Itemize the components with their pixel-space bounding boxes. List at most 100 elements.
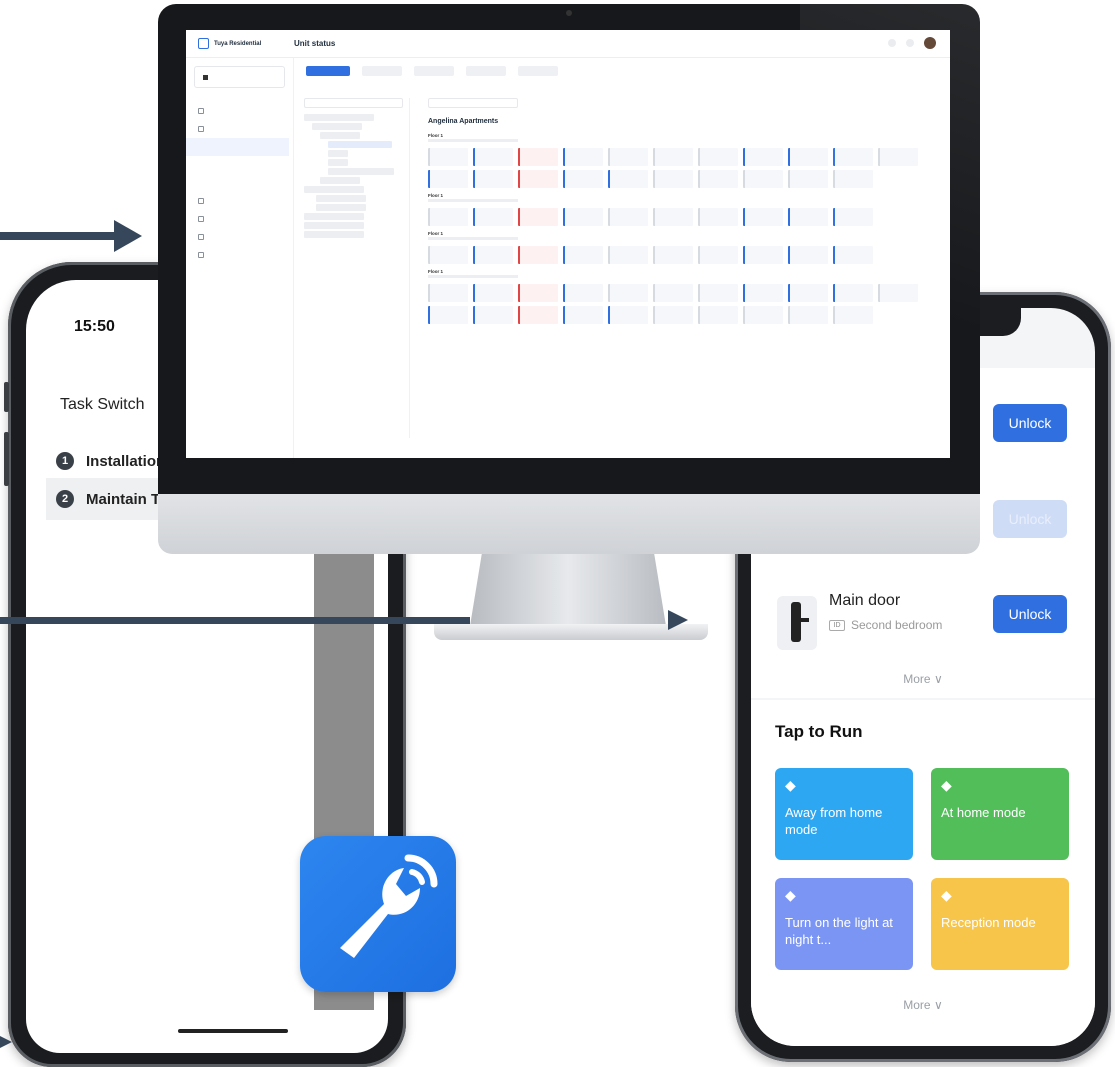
unit-cell[interactable]	[698, 246, 738, 264]
unit-cell[interactable]	[428, 170, 468, 188]
unit-cell[interactable]	[563, 246, 603, 264]
unlock-button-disabled[interactable]: Unlock	[993, 500, 1067, 538]
sidebar-item[interactable]	[186, 210, 293, 228]
project-selector[interactable]	[194, 66, 285, 88]
unit-cell[interactable]	[743, 306, 783, 324]
sidebar-item[interactable]	[186, 228, 293, 246]
unit-cell[interactable]	[608, 170, 648, 188]
unit-cell[interactable]	[608, 306, 648, 324]
tree-node[interactable]	[320, 177, 360, 184]
tree-node[interactable]	[328, 159, 348, 166]
scene-away-from-home[interactable]: ◆ Away from home mode	[775, 768, 913, 860]
unit-cell[interactable]	[653, 170, 693, 188]
unit-cell[interactable]	[563, 208, 603, 226]
unit-cell[interactable]	[788, 284, 828, 302]
sidebar-item-unit-status[interactable]	[186, 138, 289, 156]
filter-tab[interactable]	[362, 66, 402, 76]
unit-cell[interactable]	[608, 148, 648, 166]
unit-cell[interactable]	[563, 284, 603, 302]
unit-cell[interactable]	[653, 246, 693, 264]
unit-cell[interactable]	[833, 284, 873, 302]
unit-cell[interactable]	[653, 284, 693, 302]
filter-tab[interactable]	[518, 66, 558, 76]
tree-node[interactable]	[316, 204, 366, 211]
unit-cell[interactable]	[518, 246, 558, 264]
tree-node[interactable]	[304, 231, 364, 238]
unit-cell[interactable]	[743, 170, 783, 188]
unit-cell[interactable]	[608, 284, 648, 302]
tree-node[interactable]	[304, 186, 364, 193]
bell-icon[interactable]	[906, 39, 914, 47]
unit-cell[interactable]	[833, 208, 873, 226]
sidebar-subitem[interactable]	[186, 174, 293, 192]
unit-cell[interactable]	[563, 170, 603, 188]
sidebar-item[interactable]	[186, 246, 293, 264]
unit-cell[interactable]	[878, 284, 918, 302]
more-scenes-link[interactable]: More ∨	[751, 998, 1095, 1012]
unit-cell[interactable]	[428, 246, 468, 264]
unit-cell[interactable]	[653, 208, 693, 226]
unit-cell[interactable]	[473, 284, 513, 302]
unit-cell[interactable]	[743, 246, 783, 264]
unit-cell[interactable]	[428, 208, 468, 226]
unit-cell[interactable]	[698, 170, 738, 188]
wrench-wifi-icon[interactable]	[300, 836, 456, 992]
tree-node[interactable]	[316, 195, 366, 202]
sidebar-item[interactable]	[186, 120, 293, 138]
unit-cell[interactable]	[428, 284, 468, 302]
scene-reception[interactable]: ◆ Reception mode	[931, 878, 1069, 970]
tree-node[interactable]	[304, 213, 364, 220]
unlock-button[interactable]: Unlock	[993, 404, 1067, 442]
tree-search-input[interactable]	[304, 98, 403, 108]
tree-node[interactable]	[304, 222, 364, 229]
sidebar-item[interactable]	[186, 192, 293, 210]
filter-tab[interactable]	[466, 66, 506, 76]
unlock-button[interactable]: Unlock	[993, 595, 1067, 633]
unit-cell[interactable]	[878, 148, 918, 166]
unit-cell[interactable]	[653, 306, 693, 324]
unit-cell[interactable]	[743, 208, 783, 226]
primary-action-button[interactable]	[306, 66, 350, 76]
unit-cell[interactable]	[788, 148, 828, 166]
unit-cell[interactable]	[428, 306, 468, 324]
tree-node[interactable]	[328, 150, 348, 157]
unit-cell[interactable]	[428, 148, 468, 166]
unit-cell[interactable]	[518, 306, 558, 324]
unit-cell[interactable]	[833, 246, 873, 264]
unit-cell[interactable]	[563, 306, 603, 324]
unit-cell[interactable]	[608, 208, 648, 226]
unit-cell[interactable]	[563, 148, 603, 166]
unit-cell[interactable]	[473, 246, 513, 264]
unit-cell[interactable]	[608, 246, 648, 264]
unit-cell[interactable]	[698, 208, 738, 226]
unit-cell[interactable]	[698, 306, 738, 324]
scene-night-light[interactable]: ◆ Turn on the light at night t...	[775, 878, 913, 970]
unit-cell[interactable]	[698, 148, 738, 166]
unit-cell[interactable]	[743, 148, 783, 166]
unit-cell[interactable]	[473, 170, 513, 188]
unit-cell[interactable]	[698, 284, 738, 302]
unit-cell[interactable]	[833, 306, 873, 324]
unit-cell[interactable]	[473, 208, 513, 226]
avatar[interactable]	[924, 37, 936, 49]
unit-search-input[interactable]	[428, 98, 518, 108]
unit-cell[interactable]	[788, 208, 828, 226]
unit-cell[interactable]	[788, 170, 828, 188]
unit-cell[interactable]	[518, 148, 558, 166]
unit-cell[interactable]	[788, 306, 828, 324]
tree-node[interactable]	[304, 114, 374, 121]
tree-node[interactable]	[320, 132, 360, 139]
unit-cell[interactable]	[743, 284, 783, 302]
tree-node[interactable]	[328, 168, 394, 175]
unit-cell[interactable]	[473, 148, 513, 166]
brand-logo[interactable]: Tuya Residential	[186, 38, 284, 49]
sidebar-item[interactable]	[186, 102, 293, 120]
scene-at-home[interactable]: ◆ At home mode	[931, 768, 1069, 860]
tree-node-selected[interactable]	[328, 141, 392, 148]
unit-cell[interactable]	[833, 148, 873, 166]
sidebar-subitem[interactable]	[186, 156, 293, 174]
unit-cell[interactable]	[473, 306, 513, 324]
unit-cell[interactable]	[518, 284, 558, 302]
unit-cell[interactable]	[518, 208, 558, 226]
unit-cell[interactable]	[653, 148, 693, 166]
